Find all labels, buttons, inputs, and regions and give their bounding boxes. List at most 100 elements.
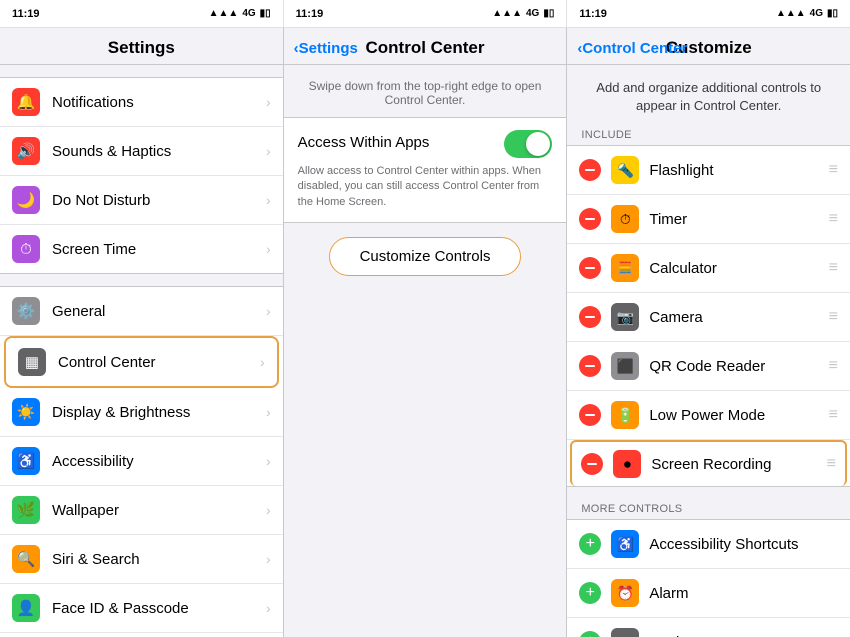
add-apple-tv-remote-button[interactable] (579, 631, 601, 637)
drag-handle-icon[interactable]: ≡ (829, 308, 838, 326)
remove-qr-button[interactable] (579, 355, 601, 377)
remove-low-power-button[interactable] (579, 404, 601, 426)
drag-handle-icon[interactable]: ≡ (829, 161, 838, 179)
network-3: 4G (810, 8, 823, 19)
general-label: General (52, 303, 262, 320)
camera-label: Camera (649, 309, 822, 326)
chevron-icon: › (266, 241, 271, 257)
battery-2: ▮▯ (543, 8, 554, 19)
alarm-label: Alarm (649, 585, 838, 602)
control-screen-recording[interactable]: ⏺ Screen Recording ≡ (570, 440, 847, 486)
control-alarm[interactable]: ⏰ Alarm (567, 569, 850, 618)
customize-desc: Add and organize additional controls to … (567, 65, 850, 125)
chevron-icon: › (266, 502, 271, 518)
sidebar-item-emergency[interactable]: SOS Emergency SOS › (0, 633, 283, 637)
status-icons-1: ▲▲▲ 4G ▮▯ (209, 8, 271, 19)
sidebar-item-wallpaper[interactable]: 🌿 Wallpaper › (0, 486, 283, 535)
notifications-icon: 🔔 (12, 88, 40, 116)
drag-handle-icon[interactable]: ≡ (829, 357, 838, 375)
control-camera[interactable]: 📷 Camera ≡ (567, 293, 850, 342)
chevron-icon: › (266, 94, 271, 110)
alarm-icon: ⏰ (611, 579, 639, 607)
time-2: 11:19 (296, 8, 324, 20)
back-to-settings[interactable]: ‹ Settings (294, 40, 358, 57)
face-id-label: Face ID & Passcode (52, 600, 262, 617)
sidebar-item-siri[interactable]: 🔍 Siri & Search › (0, 535, 283, 584)
dnd-icon: 🌙 (12, 186, 40, 214)
sidebar-item-general[interactable]: ⚙️ General › (0, 287, 283, 336)
drag-handle-icon[interactable]: ≡ (827, 455, 836, 473)
sidebar-item-display[interactable]: ☀️ Display & Brightness › (0, 388, 283, 437)
battery-3: ▮▯ (827, 8, 838, 19)
remove-calculator-button[interactable] (579, 257, 601, 279)
wallpaper-icon: 🌿 (12, 496, 40, 524)
access-title: Access Within Apps (298, 134, 430, 151)
customize-controls-button[interactable]: Customize Controls (329, 237, 522, 276)
time-3: 11:19 (579, 8, 607, 20)
customize-panel: ‹ Control Center Customize Add and organ… (567, 28, 850, 637)
remove-timer-button[interactable] (579, 208, 601, 230)
screen-recording-label: Screen Recording (651, 456, 820, 473)
control-apple-tv-remote[interactable]: 📺 Apple TV Remote (567, 618, 850, 637)
status-bar-1: 11:19 ▲▲▲ 4G ▮▯ (0, 0, 283, 28)
flashlight-icon: 🔦 (611, 156, 639, 184)
chevron-icon: › (266, 551, 271, 567)
sidebar-item-dnd[interactable]: 🌙 Do Not Disturb › (0, 176, 283, 225)
control-center-hint: Swipe down from the top-right edge to op… (284, 65, 567, 117)
main-panels: Settings 🔔 Notifications › 🔊 Sounds & Ha… (0, 28, 850, 637)
access-row-inner: Access Within Apps (298, 130, 553, 158)
include-section-label: INCLUDE (567, 125, 850, 145)
access-toggle[interactable] (504, 130, 552, 158)
control-center-icon: ▦ (18, 348, 46, 376)
add-alarm-button[interactable] (579, 582, 601, 604)
chevron-icon: › (260, 354, 265, 370)
include-list: 🔦 Flashlight ≡ ⏱ Timer ≡ 🧮 Calculator ≡ (567, 145, 850, 487)
settings-panel: Settings 🔔 Notifications › 🔊 Sounds & Ha… (0, 28, 284, 637)
remove-flashlight-button[interactable] (579, 159, 601, 181)
siri-label: Siri & Search (52, 551, 262, 568)
drag-handle-icon[interactable]: ≡ (829, 259, 838, 277)
drag-handle-icon[interactable]: ≡ (829, 406, 838, 424)
chevron-icon: › (266, 404, 271, 420)
time-1: 11:19 (12, 8, 40, 20)
remove-camera-button[interactable] (579, 306, 601, 328)
drag-handle-icon[interactable]: ≡ (829, 210, 838, 228)
flashlight-label: Flashlight (649, 162, 822, 179)
control-center-title: Control Center (366, 38, 485, 58)
add-accessibility-shortcuts-button[interactable] (579, 533, 601, 555)
control-center-header: ‹ Settings Control Center (284, 28, 567, 65)
back-to-control-center[interactable]: ‹ Control Center (577, 40, 687, 57)
toggle-knob (526, 132, 550, 156)
sidebar-item-face-id[interactable]: 👤 Face ID & Passcode › (0, 584, 283, 633)
network-2: 4G (526, 8, 539, 19)
access-desc: Allow access to Control Center within ap… (298, 164, 553, 210)
sidebar-item-control-center[interactable]: ▦ Control Center › (4, 336, 279, 388)
network-1: 4G (242, 8, 255, 19)
settings-title: Settings (0, 28, 283, 65)
camera-icon: 📷 (611, 303, 639, 331)
back-label: Control Center (582, 40, 687, 57)
low-power-icon: 🔋 (611, 401, 639, 429)
control-qr[interactable]: ⬛ QR Code Reader ≡ (567, 342, 850, 391)
sidebar-item-accessibility[interactable]: ♿ Accessibility › (0, 437, 283, 486)
screen-time-label: Screen Time (52, 241, 262, 258)
face-id-icon: 👤 (12, 594, 40, 622)
remove-screen-recording-button[interactable] (581, 453, 603, 475)
sidebar-item-screen-time[interactable]: ⏱ Screen Time › (0, 225, 283, 273)
notifications-label: Notifications (52, 94, 262, 111)
calculator-icon: 🧮 (611, 254, 639, 282)
sidebar-item-sounds[interactable]: 🔊 Sounds & Haptics › (0, 127, 283, 176)
signal-3: ▲▲▲ (776, 8, 806, 19)
wallpaper-label: Wallpaper (52, 502, 262, 519)
control-timer[interactable]: ⏱ Timer ≡ (567, 195, 850, 244)
sidebar-item-notifications[interactable]: 🔔 Notifications › (0, 78, 283, 127)
customize-btn-container: Customize Controls › (284, 237, 567, 276)
control-accessibility-shortcuts[interactable]: ♿ Accessibility Shortcuts (567, 520, 850, 569)
control-flashlight[interactable]: 🔦 Flashlight ≡ (567, 146, 850, 195)
low-power-label: Low Power Mode (649, 407, 822, 424)
control-low-power[interactable]: 🔋 Low Power Mode ≡ (567, 391, 850, 440)
signal-2: ▲▲▲ (492, 8, 522, 19)
siri-icon: 🔍 (12, 545, 40, 573)
screen-recording-icon: ⏺ (613, 450, 641, 478)
control-calculator[interactable]: 🧮 Calculator ≡ (567, 244, 850, 293)
